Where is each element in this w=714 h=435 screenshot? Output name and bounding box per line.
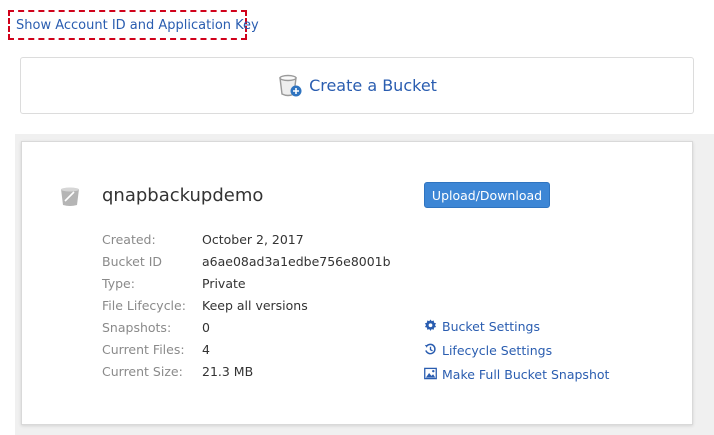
detail-row-file-lifecycle: File Lifecycle: Keep all versions [102, 294, 391, 316]
detail-label: Current Files: [102, 341, 185, 357]
lifecycle-settings-label: Lifecycle Settings [442, 342, 553, 358]
bucket-icon [59, 186, 81, 212]
lifecycle-settings-link[interactable]: Lifecycle Settings [424, 338, 609, 362]
bucket-settings-label: Bucket Settings [442, 318, 540, 334]
detail-label: Type: [102, 275, 135, 291]
create-bucket-button[interactable]: Create a Bucket [20, 57, 694, 114]
detail-value: October 2, 2017 [202, 231, 304, 247]
bucket-plus-icon [277, 74, 303, 98]
detail-row-snapshots: Snapshots: 0 [102, 316, 391, 338]
detail-value: a6ae08ad3a1edbe756e8001b [202, 253, 391, 269]
detail-value: Keep all versions [202, 297, 308, 313]
bucket-card: qnapbackupdemo Upload/Download Created: … [21, 141, 693, 425]
detail-value: 4 [202, 341, 210, 357]
detail-value: Private [202, 275, 246, 291]
detail-label: File Lifecycle: [102, 297, 186, 313]
detail-row-type: Type: Private [102, 272, 391, 294]
detail-value: 21.3 MB [202, 363, 254, 379]
detail-label: Created: [102, 231, 156, 247]
gear-icon [424, 319, 438, 333]
bucket-actions: Bucket Settings Lifecycle Settings Make … [424, 314, 609, 386]
create-bucket-label: Create a Bucket [309, 76, 437, 95]
history-icon [424, 343, 438, 357]
bucket-name: qnapbackupdemo [102, 185, 264, 206]
detail-row-current-size: Current Size: 21.3 MB [102, 360, 391, 382]
detail-label: Snapshots: [102, 319, 172, 335]
bucket-settings-link[interactable]: Bucket Settings [424, 314, 609, 338]
detail-row-current-files: Current Files: 4 [102, 338, 391, 360]
upload-download-button[interactable]: Upload/Download [424, 182, 550, 208]
bucket-list-area: qnapbackupdemo Upload/Download Created: … [15, 134, 714, 435]
detail-value: 0 [202, 319, 210, 335]
detail-label: Current Size: [102, 363, 183, 379]
detail-row-bucket-id: Bucket ID a6ae08ad3a1edbe756e8001b [102, 250, 391, 272]
show-account-id-label: Show Account ID and Application Key [16, 17, 259, 33]
image-icon [424, 367, 438, 381]
show-account-id-link[interactable]: Show Account ID and Application Key [8, 10, 259, 40]
make-snapshot-label: Make Full Bucket Snapshot [442, 366, 610, 382]
make-snapshot-link[interactable]: Make Full Bucket Snapshot [424, 362, 609, 386]
detail-row-created: Created: October 2, 2017 [102, 228, 391, 250]
detail-label: Bucket ID [102, 253, 163, 269]
bucket-details: Created: October 2, 2017 Bucket ID a6ae0… [102, 228, 391, 382]
